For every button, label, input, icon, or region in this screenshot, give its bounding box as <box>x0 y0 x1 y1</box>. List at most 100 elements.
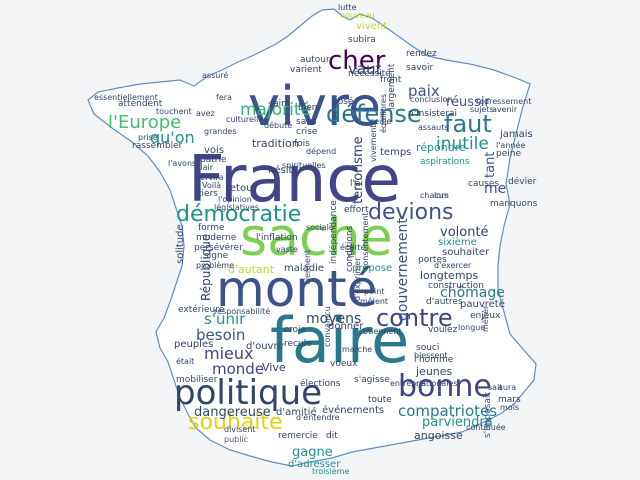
word: bien <box>298 103 318 113</box>
word: gouvernement <box>395 218 411 321</box>
word: subira <box>348 35 376 45</box>
word: recule <box>284 339 312 349</box>
word: sociale <box>306 223 334 232</box>
word: sans <box>296 117 317 127</box>
word: nationales <box>416 379 458 388</box>
word: dépend <box>306 147 337 156</box>
word: mobiliser <box>176 375 218 385</box>
word: spirituelles <box>282 161 326 170</box>
word: équilibres <box>379 93 388 133</box>
word: était <box>176 357 195 366</box>
word: tradition <box>252 137 299 150</box>
word: d'exercer <box>434 261 472 270</box>
word: nouveau <box>340 11 375 20</box>
word: obtiennent <box>358 327 402 336</box>
word: essentiellement <box>94 93 158 102</box>
word: varient <box>290 65 322 75</box>
word: fera <box>216 93 232 102</box>
word: angoisse <box>414 429 463 442</box>
word: peuples <box>174 339 214 350</box>
word: élections <box>300 379 341 389</box>
word: convaincu <box>323 306 332 347</box>
word: forme <box>198 223 225 233</box>
word: continuée <box>466 423 506 432</box>
word: culturelles <box>226 115 268 124</box>
word: divisent <box>224 425 256 434</box>
word: blessent <box>414 351 448 360</box>
word: touchent <box>156 107 192 116</box>
word: grandes <box>204 127 237 136</box>
word: prise <box>138 133 158 142</box>
word: toute <box>368 395 392 405</box>
word: Voilà <box>202 181 222 190</box>
word: marche <box>342 345 373 354</box>
word: d'entendre <box>296 413 340 422</box>
word: tiers <box>198 189 218 199</box>
word: débuté <box>264 121 293 130</box>
word: consentement <box>361 212 370 270</box>
word: mêlent <box>360 297 389 306</box>
word: rendez <box>406 49 437 59</box>
word: dit <box>326 431 338 441</box>
word: crise <box>296 127 318 137</box>
word: longtemps <box>420 269 479 282</box>
word: dangereuse <box>194 405 271 420</box>
word: savoir <box>406 63 434 73</box>
word: sujets <box>470 105 494 114</box>
word: l'avons <box>168 159 197 168</box>
word: moderne <box>196 233 237 243</box>
word: voeux <box>330 359 358 369</box>
word: d'exprimer <box>353 257 362 301</box>
word: l'inflation <box>256 233 298 243</box>
word: posé <box>332 97 354 107</box>
word: remercie <box>278 431 318 441</box>
word: l'année <box>496 141 526 150</box>
word: assauts <box>418 123 449 132</box>
word: s'agisse <box>354 375 390 385</box>
word: vivent <box>356 21 388 32</box>
word: mois <box>500 403 520 412</box>
word: viennent <box>303 249 312 285</box>
word: problème <box>196 261 235 270</box>
word: l'ai <box>350 179 363 189</box>
word: rassembler <box>132 141 183 151</box>
word: peine <box>496 149 521 159</box>
word: construction <box>428 281 484 291</box>
word: signe <box>204 251 229 261</box>
word: Vive <box>262 361 286 374</box>
word: autour <box>300 55 330 65</box>
word: lutte <box>338 3 357 12</box>
word: avenir <box>492 105 518 114</box>
word: troisième <box>312 467 350 476</box>
word: clair <box>196 163 214 172</box>
word: point <box>364 287 385 296</box>
word: jamais <box>500 129 533 140</box>
word: aura <box>498 383 517 392</box>
word: causes <box>468 179 500 189</box>
word: vivement <box>369 124 378 162</box>
word: répondre <box>416 141 466 154</box>
word: assuré <box>202 71 229 80</box>
word: croie <box>284 325 306 335</box>
word: public <box>224 435 249 444</box>
word: jeunes <box>416 365 453 378</box>
word: souhaiter <box>442 247 490 258</box>
word: retour <box>226 183 257 194</box>
word: d'autant <box>228 263 275 276</box>
word: responsabilité <box>214 307 271 316</box>
word: aspirations <box>420 157 470 167</box>
word: largement <box>387 63 397 110</box>
word: lors <box>434 191 449 200</box>
word: d'autres <box>426 297 463 307</box>
word: persévérer <box>194 243 243 253</box>
word: conclusion <box>410 95 453 104</box>
word: solitude <box>175 224 186 264</box>
word: n'insisterai <box>408 109 458 119</box>
word: sixième <box>438 237 477 248</box>
word: législatives <box>214 203 259 212</box>
word: servira <box>196 173 224 182</box>
word: monde <box>212 360 265 378</box>
word: d'ouvrir <box>246 341 285 352</box>
word: gagne <box>292 445 333 460</box>
word: vaste <box>276 245 298 254</box>
